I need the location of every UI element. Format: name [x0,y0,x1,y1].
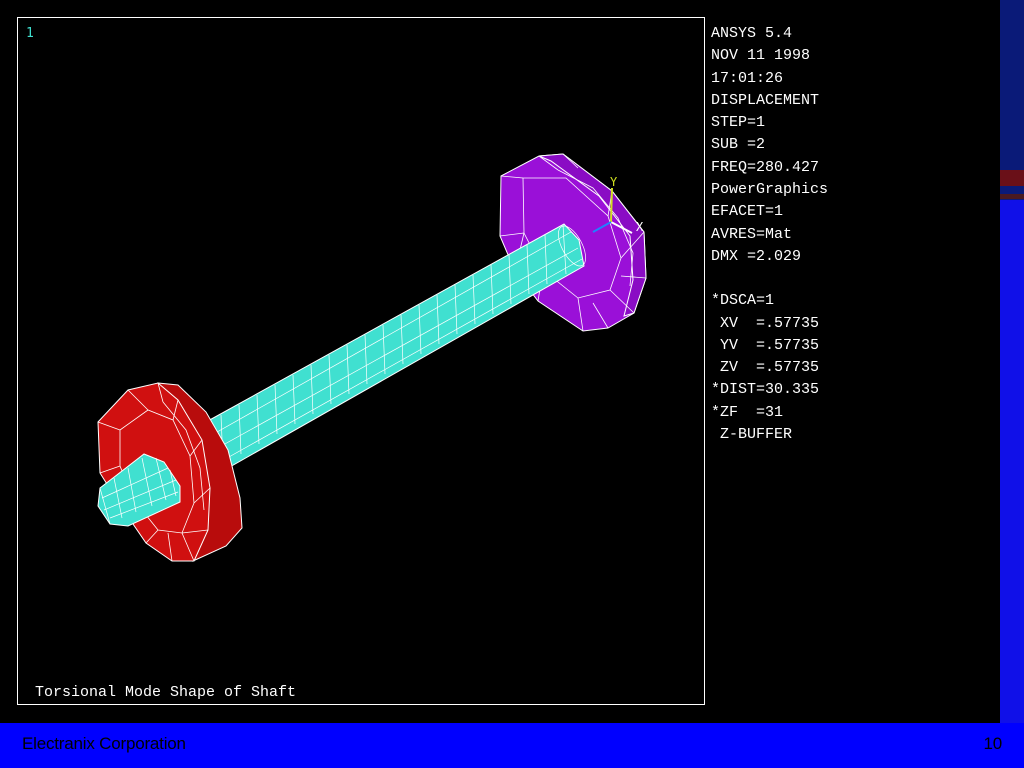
plot-caption: Torsional Mode Shape of Shaft [35,684,297,701]
legend-zv: ZV =.57735 [711,359,820,377]
legend-dist: *DIST=30.335 [711,381,820,399]
legend-efacet: EFACET=1 [711,203,784,221]
legend-dmx: DMX =2.029 [711,247,802,265]
legend-graphics-mode: PowerGraphics [711,181,829,199]
graphics-viewport[interactable]: 1 X Y Torsional Mode Shape of Shaft [17,17,705,705]
triad-x-label: X [636,220,644,234]
ansys-legend: ANSYS 5.4 NOV 11 1998 17:01:26 DISPLACEM… [711,23,881,446]
footer-page-number: 10 [983,734,1002,753]
side-band-blue [1000,200,1024,768]
side-band-dark-stripe [1000,194,1024,199]
footer-company: Electranix Corporation [22,734,186,753]
shaft-model: X Y [97,153,647,562]
legend-avres: AVRES=Mat [711,225,793,243]
slide: 1 X Y Torsional Mode Shape of Shaft ANSY… [0,0,1024,768]
legend-date: NOV 11 1998 [711,47,811,65]
legend-zf: *ZF =31 [711,403,784,421]
legend-xv: XV =.57735 [711,314,820,332]
legend-result-type: DISPLACEMENT [711,91,820,109]
shaft-body [205,223,586,469]
triad-y-axis [610,187,613,223]
side-band-red-stripe [1000,170,1024,186]
legend-frequency: FREQ=280.427 [711,158,820,176]
legend-time: 17:01:26 [711,69,784,87]
legend-dsca: *DSCA=1 [711,292,775,310]
legend-yv: YV =.57735 [711,336,820,354]
legend-step: STEP=1 [711,114,766,132]
legend-substep: SUB =2 [711,136,766,154]
triad-y-label: Y [610,175,618,189]
legend-program: ANSYS 5.4 [711,25,793,42]
legend-zbuffer: Z-BUFFER [711,426,793,444]
slide-side-band [1000,0,1024,768]
legend-spacer [711,268,881,290]
